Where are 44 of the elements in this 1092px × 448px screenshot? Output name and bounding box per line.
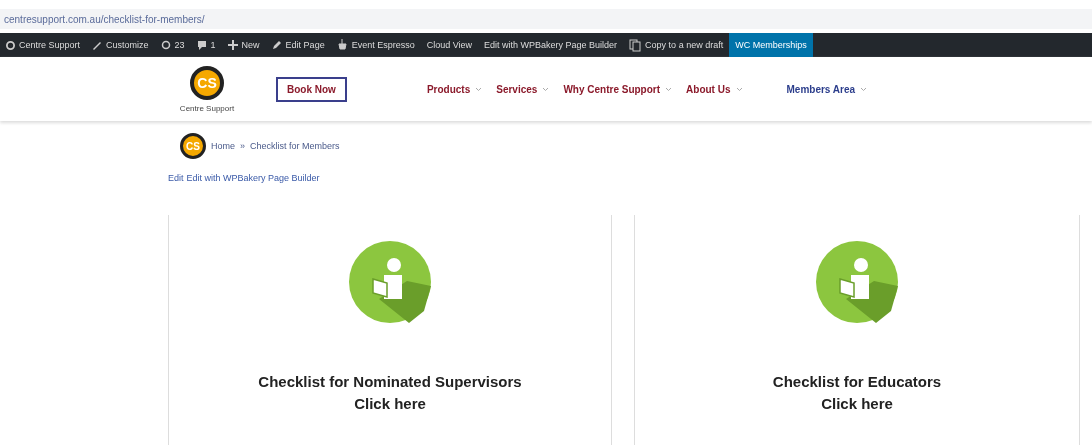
toolbar-item[interactable]: Edit with WPBakery Page Builder (478, 33, 624, 57)
breadcrumb-separator: » (240, 141, 246, 151)
url-text: centresupport.com.au/checklist-for-members/ (4, 13, 205, 25)
pencil-icon (271, 40, 282, 50)
brush-icon (92, 40, 103, 50)
chevron-icon (542, 86, 550, 92)
breadcrumb-link[interactable]: Checklist for Members (250, 141, 340, 151)
cup-icon (336, 39, 348, 51)
nav-item[interactable]: Members Area (786, 83, 868, 95)
reader-icon (349, 241, 431, 323)
toolbar-item[interactable]: 23 (154, 33, 191, 57)
edit-link[interactable]: Edit with WPBakery Page Builder (186, 173, 320, 183)
comment-icon (196, 40, 207, 50)
chevron-icon (735, 86, 743, 92)
reader-icon (816, 241, 898, 323)
breadcrumb-link[interactable]: Home (211, 141, 235, 151)
address-bar[interactable]: centresupport.com.au/checklist-for-members/ (0, 9, 1092, 29)
nav-item[interactable]: About Us (686, 83, 743, 95)
toolbar-item[interactable]: Customize (86, 33, 155, 57)
toolbar-item[interactable]: WC Memberships (729, 33, 813, 57)
copy-icon (629, 38, 642, 52)
toolbar-item[interactable]: Event Espresso (330, 33, 421, 57)
click-here-link[interactable]: Click here (354, 395, 426, 412)
logo-caption: Centre Support (179, 103, 235, 113)
toolbar-item[interactable]: Centre Support (0, 33, 87, 57)
nav-item[interactable]: Products (426, 83, 483, 95)
nav-item[interactable]: Why Centre Support (563, 83, 673, 95)
book-now-button[interactable]: Book Now (276, 76, 347, 102)
nav-item[interactable]: Services (496, 83, 550, 95)
toolbar-item[interactable]: Copy to a new draft (623, 33, 730, 57)
plus-icon (227, 40, 238, 50)
toolbar-item[interactable]: Cloud View (420, 33, 479, 57)
edit-link[interactable]: Edit (168, 173, 184, 183)
toolbar-item[interactable]: Edit Page (265, 33, 331, 57)
toolbar-item[interactable]: New (221, 33, 266, 57)
refresh-icon (160, 40, 171, 50)
card-title: Checklist for Nominated Supervisors (258, 373, 522, 390)
chevron-icon (860, 86, 868, 92)
click-here-link[interactable]: Click here (821, 395, 893, 412)
card-title: Checklist for Educators (772, 373, 942, 390)
dashboard-icon (6, 40, 15, 50)
chevron-icon (665, 86, 673, 92)
chevron-icon (475, 86, 483, 92)
toolbar-item[interactable]: 1 (190, 33, 222, 57)
